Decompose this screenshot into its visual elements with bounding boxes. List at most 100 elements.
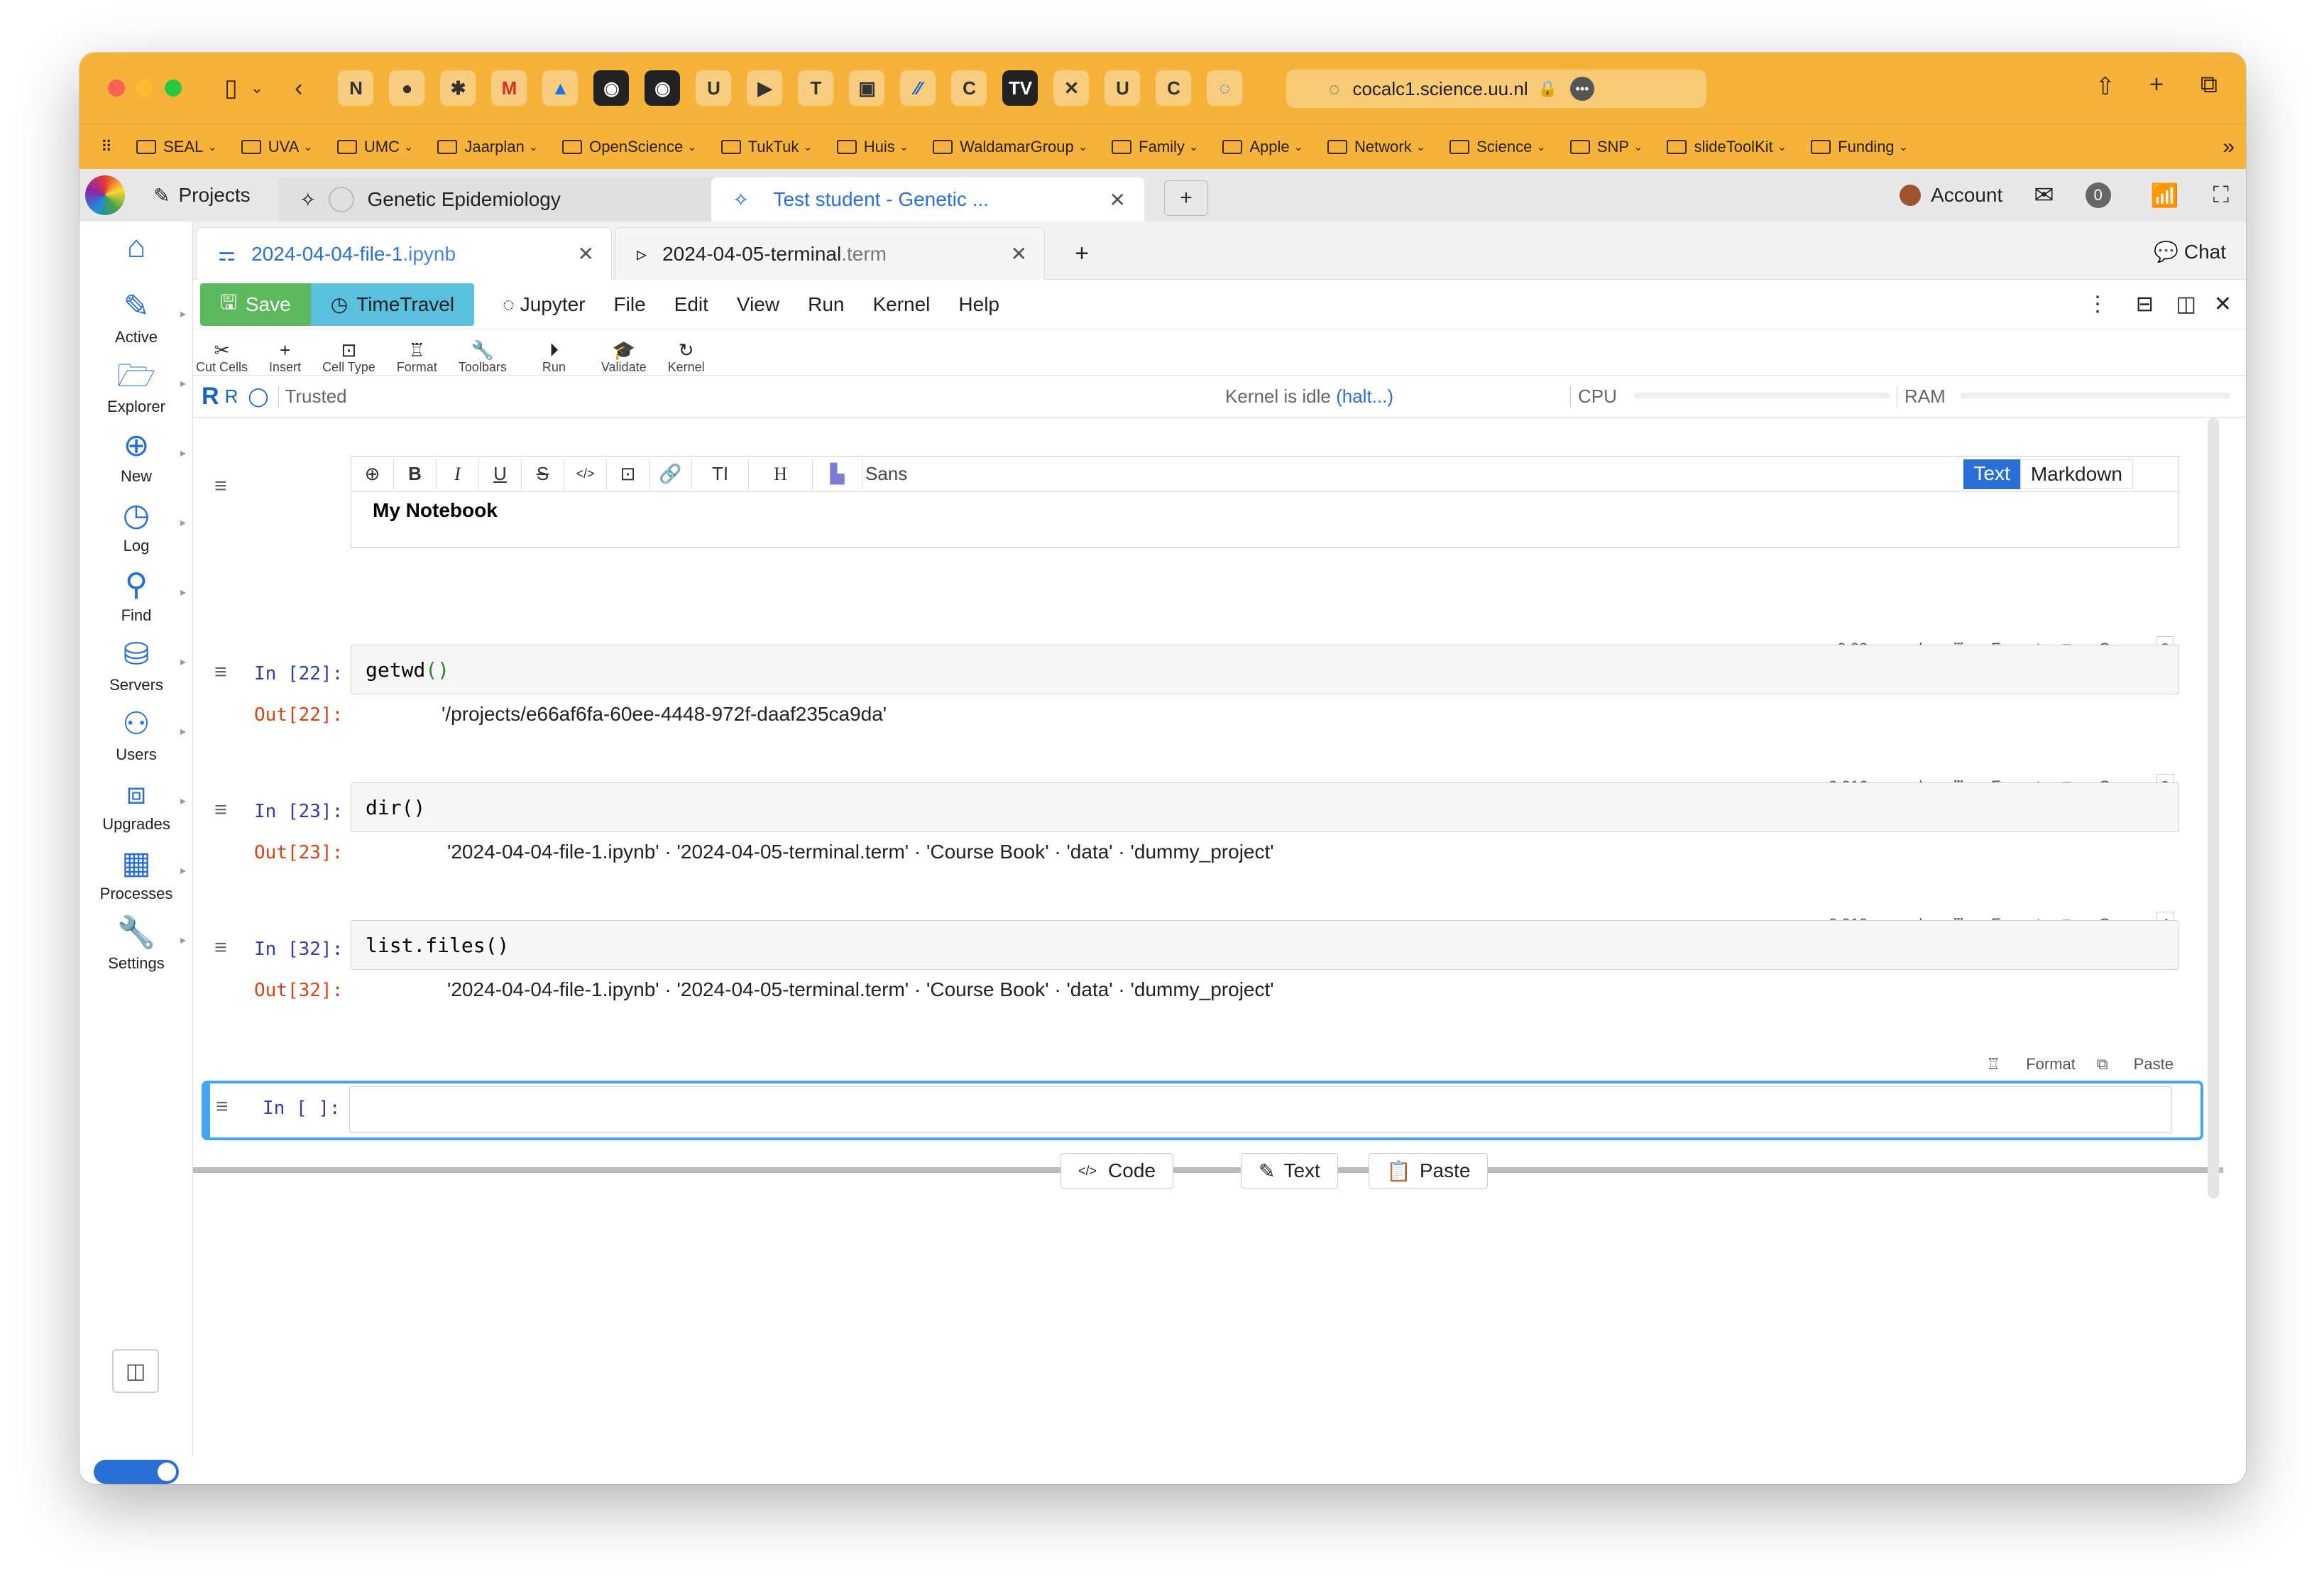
format-cell-button[interactable]: ♖ Format xyxy=(1986,1055,2076,1074)
insert-cell-bar[interactable] xyxy=(193,1167,2223,1173)
url-bar[interactable]: ◌ cocalc1.science.uu.nl 🔒 ••• xyxy=(1286,70,1706,108)
share-icon[interactable]: ⇧ xyxy=(2095,72,2116,101)
code-input[interactable]: getwd() xyxy=(351,645,2179,694)
more-bookmarks-icon[interactable]: » xyxy=(2222,135,2235,159)
close-tab-icon[interactable]: ✕ xyxy=(1109,188,1126,212)
insert-icon[interactable]: ⊕ xyxy=(351,458,394,490)
format-button[interactable]: ♖ Format xyxy=(397,340,437,375)
chat-button[interactable]: 💬 Chat xyxy=(2154,240,2226,263)
markdown-mode-button[interactable]: Markdown xyxy=(2019,459,2133,489)
wifi-icon[interactable]: 📶 xyxy=(2151,182,2179,209)
more-vertical-icon[interactable]: ⋮ xyxy=(2087,292,2108,317)
menu-file[interactable]: File xyxy=(614,293,646,316)
bookmark-folder[interactable]: WaldamarGroup ⌄ xyxy=(933,138,1087,156)
empty-code-input[interactable] xyxy=(349,1086,2172,1133)
apps-grid-icon[interactable]: ⠿ xyxy=(101,138,112,156)
home-button[interactable]: ⌂ xyxy=(80,230,193,264)
bookmark-folder[interactable]: Family ⌄ xyxy=(1112,138,1198,156)
underline-icon[interactable]: U xyxy=(479,458,522,490)
notebook-scrollbar[interactable] xyxy=(2208,417,2219,1198)
projects-button[interactable]: ✎ Projects xyxy=(153,169,251,222)
add-text-cell-button[interactable]: ✎ Text xyxy=(1241,1153,1338,1189)
mail-icon[interactable]: ✉ xyxy=(2034,181,2054,209)
notion-extension-icon[interactable]: N xyxy=(338,70,374,106)
t-extension-icon[interactable]: T xyxy=(798,70,834,106)
sidebar-item-new[interactable]: ⊕ New ▸ xyxy=(80,429,193,486)
extension-icon[interactable]: ● xyxy=(389,70,425,106)
add-tab-button[interactable]: + xyxy=(1164,180,1208,216)
bookmark-folder[interactable]: UVA ⌄ xyxy=(241,138,313,156)
github-extension-icon[interactable]: ◉ xyxy=(645,70,681,106)
extension-icon[interactable]: ◌ xyxy=(1207,70,1243,106)
paste-cell-button[interactable]: ⧉ Paste xyxy=(2097,1055,2174,1074)
cell-drag-handle-icon[interactable]: ≡ xyxy=(214,474,227,498)
minimize-window-button[interactable] xyxy=(136,80,153,97)
trusted-label[interactable]: Trusted xyxy=(278,385,347,408)
u-extension-icon[interactable]: U xyxy=(696,70,732,106)
sidebar-item-active[interactable]: ✎ Active ▸ xyxy=(80,290,193,346)
italic-icon[interactable]: I xyxy=(437,458,479,490)
project-tab-test-student[interactable]: ✧ Test student - Genetic ... ✕ xyxy=(711,178,1144,222)
text-mode-button[interactable]: Text xyxy=(1963,459,2020,489)
bookmark-folder[interactable]: OpenScience ⌄ xyxy=(562,138,697,156)
cut-cells-button[interactable]: ✂ Cut Cells xyxy=(196,340,248,375)
bookmark-folder[interactable]: Huis ⌄ xyxy=(836,138,909,156)
timetravel-button[interactable]: ◷ TimeTravel xyxy=(310,283,475,326)
sidebar-item-users[interactable]: ⚇ Users ▸ xyxy=(80,707,193,764)
paste-cell-button[interactable]: 📋 Paste xyxy=(1369,1153,1489,1189)
extension-icon[interactable]: ⁄⁄ xyxy=(900,70,936,106)
active-cell[interactable]: ≡ In [ ]: xyxy=(202,1081,2203,1140)
cocalc-logo-icon[interactable] xyxy=(85,175,125,215)
color-icon[interactable]: ▙ xyxy=(813,458,862,490)
u-extension-icon[interactable]: U xyxy=(1105,70,1141,106)
sidebar-item-processes[interactable]: ▦ Processes ▸ xyxy=(80,846,193,903)
bold-icon[interactable]: B xyxy=(394,458,437,490)
close-tab-icon[interactable]: ✕ xyxy=(1011,242,1027,266)
menu-kernel[interactable]: Kernel xyxy=(872,293,930,316)
sidebar-item-log[interactable]: ◷ Log ▸ xyxy=(80,498,193,555)
bookmark-folder[interactable]: Network ⌄ xyxy=(1327,138,1425,156)
menu-run[interactable]: Run xyxy=(808,293,844,316)
split-vertical-icon[interactable]: ◫ xyxy=(2176,292,2196,317)
drive-extension-icon[interactable]: ▲ xyxy=(542,70,579,106)
link-icon[interactable]: 🔗 xyxy=(649,458,692,490)
project-tab-genetic-epidemiology[interactable]: ✧ Genetic Epidemiology ✕ xyxy=(278,178,779,222)
new-file-tab-button[interactable]: + xyxy=(1060,236,1103,271)
validate-button[interactable]: 🎓 Validate xyxy=(601,340,647,375)
tv-extension-icon[interactable]: TV xyxy=(1002,70,1038,106)
new-tab-icon[interactable]: + xyxy=(2149,71,2164,99)
menu-help[interactable]: Help xyxy=(958,293,999,316)
font-selector[interactable]: Sans xyxy=(865,463,907,485)
file-tab-terminal[interactable]: ▹ 2024-04-05-terminal .term ✕ xyxy=(615,227,1045,280)
extension-icon[interactable]: ▣ xyxy=(849,70,885,106)
split-horizontal-icon[interactable]: ⊟ xyxy=(2136,292,2154,317)
sidebar-toggle-switch[interactable] xyxy=(94,1460,179,1484)
jupyter-menu[interactable]: ◌ Jupyter xyxy=(503,293,585,316)
bookmark-folder[interactable]: Jaarplan ⌄ xyxy=(437,138,538,156)
cell-drag-handle-icon[interactable]: ≡ xyxy=(214,936,227,960)
close-window-button[interactable] xyxy=(108,80,125,97)
sidebar-item-upgrades[interactable]: ⧈ Upgrades ▸ xyxy=(80,777,193,834)
bookmark-folder[interactable]: SEAL ⌄ xyxy=(136,138,217,156)
back-arrow-icon[interactable]: ‹ xyxy=(295,75,302,102)
cell-drag-handle-icon[interactable]: ≡ xyxy=(214,798,227,822)
heading-icon[interactable]: H xyxy=(749,458,813,490)
insert-button[interactable]: + Insert xyxy=(269,340,301,375)
sidebar-item-explorer[interactable]: 🗁 Explorer ▸ xyxy=(80,359,193,416)
code-icon[interactable]: </> xyxy=(564,458,607,490)
bookmark-folder[interactable]: UMC ⌄ xyxy=(336,138,413,156)
add-code-cell-button[interactable]: </> Code xyxy=(1060,1153,1173,1189)
extension-icon[interactable]: ▶ xyxy=(747,70,783,106)
cell-drag-handle-icon[interactable]: ≡ xyxy=(216,1095,229,1119)
gmail-extension-icon[interactable]: M xyxy=(491,70,527,106)
terminal-icon[interactable]: ⊡ xyxy=(607,458,649,490)
avatar[interactable] xyxy=(1900,185,1922,206)
bookmark-folder[interactable]: SNP ⌄ xyxy=(1569,138,1643,156)
menu-edit[interactable]: Edit xyxy=(674,293,708,316)
bookmark-folder[interactable]: Apple ⌄ xyxy=(1222,138,1303,156)
c-extension-icon[interactable]: C xyxy=(951,70,987,106)
cell-drag-handle-icon[interactable]: ≡ xyxy=(214,660,227,684)
close-frame-icon[interactable]: ✕ xyxy=(2214,292,2232,317)
kernel-button[interactable]: ↻ Kernel xyxy=(668,340,705,375)
c-extension-icon[interactable]: C xyxy=(1156,70,1192,106)
